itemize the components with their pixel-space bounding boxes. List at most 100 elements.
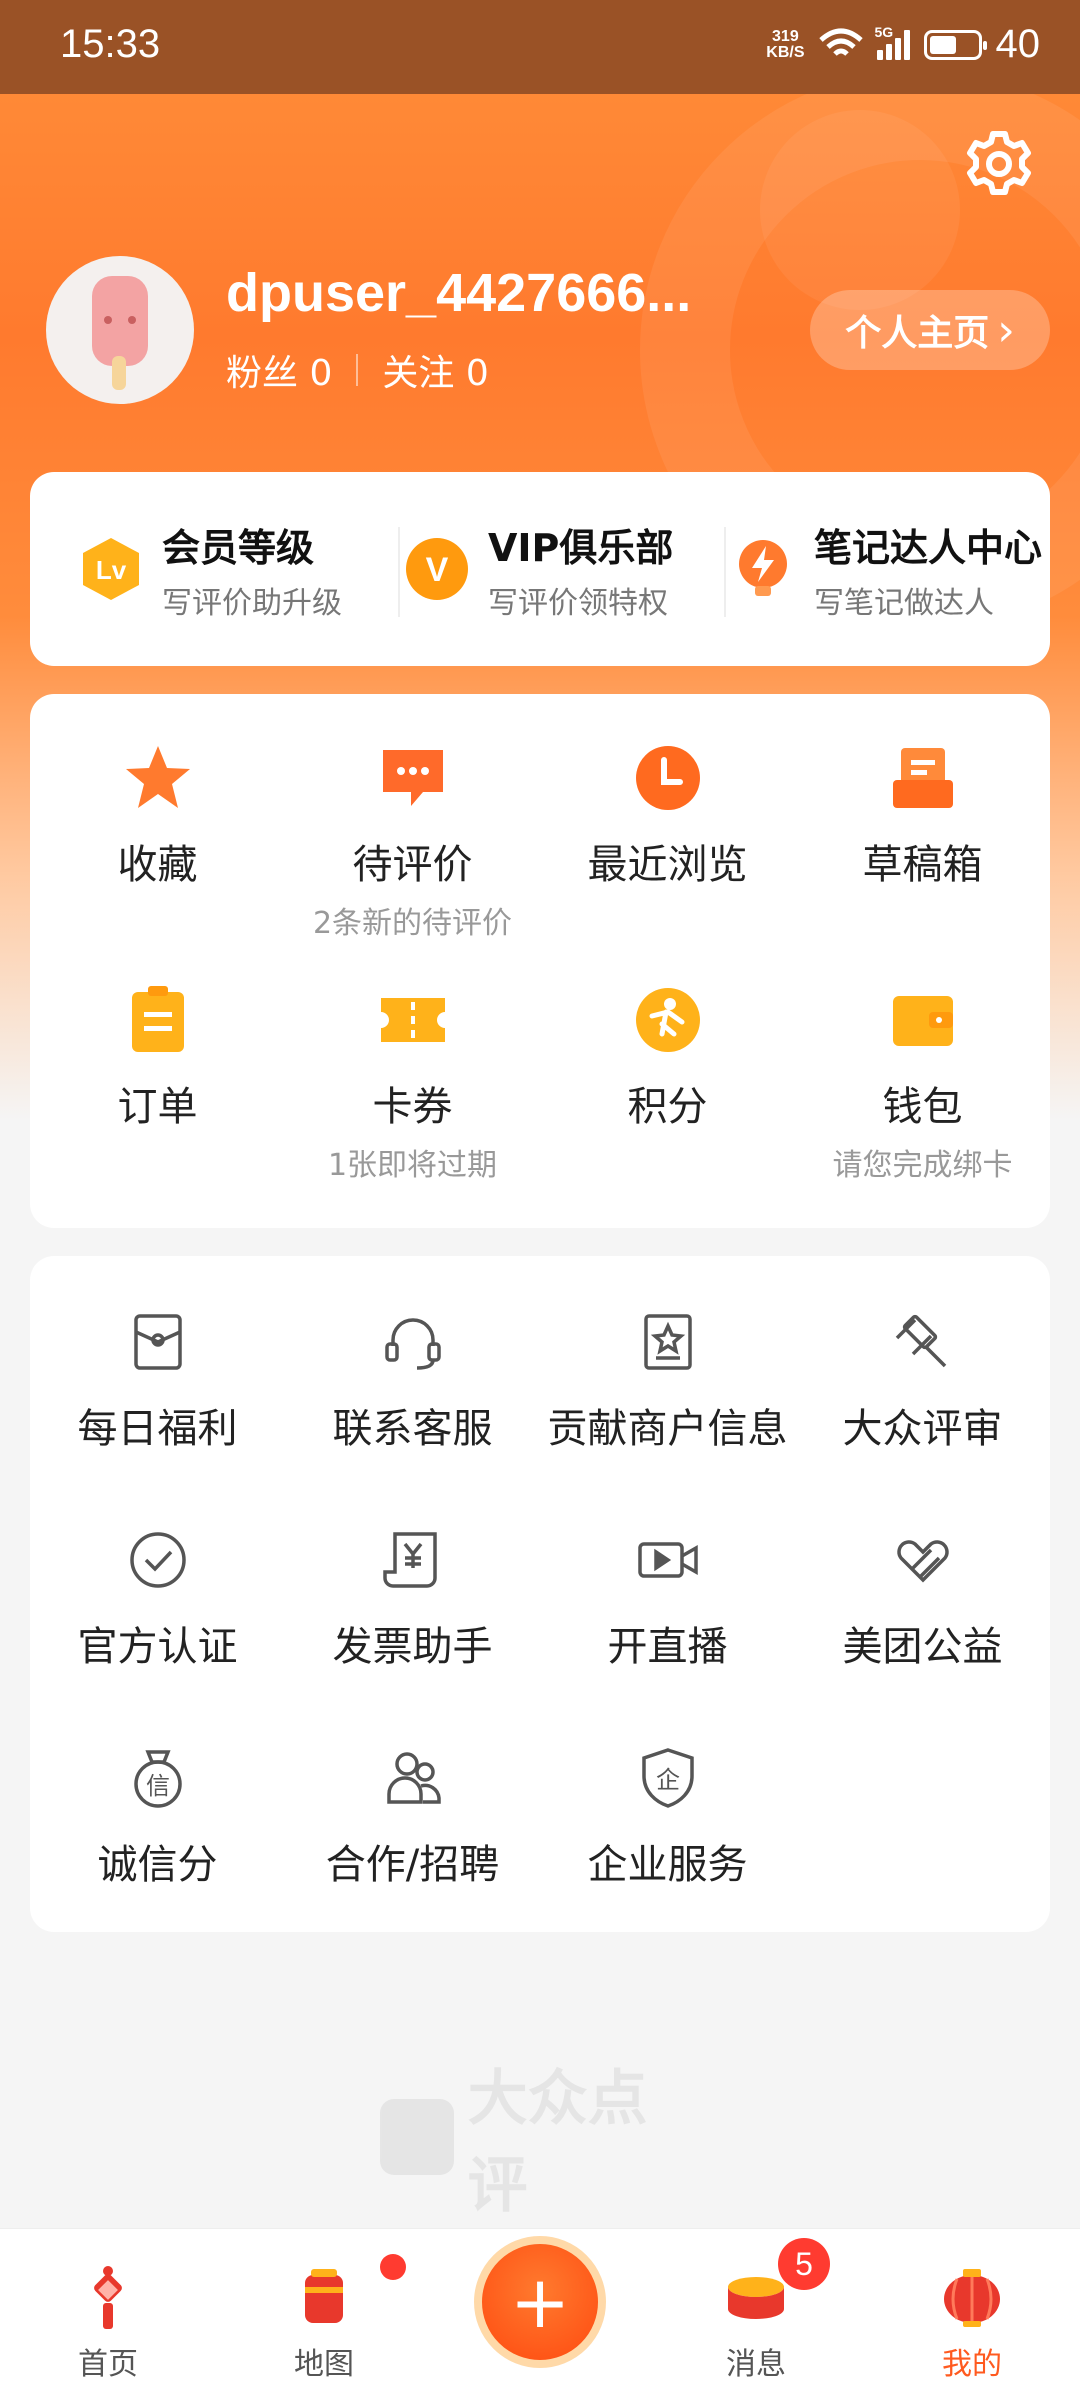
shield-icon: 企 bbox=[641, 1748, 694, 1808]
tab-home-label: 首页 bbox=[78, 2347, 138, 2382]
favorites-entry[interactable]: 收藏 bbox=[30, 742, 285, 942]
status-bar: 15:33 319 KB/S 5G 40 bbox=[0, 0, 1080, 94]
vip-club-title: VIP俱乐部 bbox=[488, 525, 674, 570]
member-level-entry[interactable]: Lv 会员等级 写评价助升级 bbox=[30, 517, 398, 622]
note-expert-entry[interactable]: 笔记达人中心 写笔记做达人 bbox=[724, 517, 1050, 622]
official-certification-entry[interactable]: 官方认证 bbox=[30, 1528, 285, 1672]
orders-entry[interactable]: 订单 bbox=[30, 984, 285, 1184]
brand-name: 大众点评 bbox=[467, 2064, 648, 2221]
map-notification-dot bbox=[380, 2254, 406, 2280]
quick-actions-card: 收藏 待评价 2条新的待评价 最近浏览 草稿箱 订单 卡券 1张即将过期 积分 … bbox=[30, 694, 1050, 1228]
invoice-assistant-entry[interactable]: 发票助手 bbox=[285, 1528, 540, 1672]
credit-score-entry[interactable]: 信 诚信分 bbox=[30, 1746, 285, 1890]
points-icon bbox=[635, 988, 700, 1052]
comment-icon bbox=[382, 750, 443, 806]
wallet-icon bbox=[892, 996, 953, 1046]
meituan-charity-entry[interactable]: 美团公益 bbox=[795, 1528, 1050, 1672]
net-speed: 319 KB/S bbox=[766, 28, 805, 61]
status-time: 15:33 bbox=[60, 22, 161, 66]
follow-stat[interactable]: 关注 0 bbox=[382, 344, 488, 396]
follow-label: 关注 bbox=[382, 353, 455, 394]
publish-plus-button[interactable]: + bbox=[474, 2236, 606, 2368]
popsicle-avatar-icon bbox=[92, 276, 148, 390]
fans-count: 0 bbox=[309, 353, 333, 394]
daily-benefits-entry[interactable]: 每日福利 bbox=[30, 1310, 285, 1454]
recent-browsing-label: 最近浏览 bbox=[587, 842, 748, 888]
meituan-charity-label: 美团公益 bbox=[842, 1624, 1003, 1670]
follow-count: 0 bbox=[465, 353, 489, 394]
public-review-label: 大众评审 bbox=[842, 1406, 1003, 1452]
header-decoration bbox=[760, 110, 960, 310]
customer-service-entry[interactable]: 联系客服 bbox=[285, 1310, 540, 1454]
wallet-label: 钱包 bbox=[882, 1084, 963, 1130]
settings-gear-icon[interactable] bbox=[963, 128, 1035, 200]
public-review-entry[interactable]: 大众评审 bbox=[795, 1310, 1050, 1454]
username: dpuser_4427666... bbox=[226, 263, 692, 323]
personal-homepage-button[interactable]: 个人主页 › bbox=[810, 290, 1050, 370]
clock-icon bbox=[635, 746, 700, 810]
coupons-entry[interactable]: 卡券 1张即将过期 bbox=[285, 984, 540, 1184]
lv-badge-icon: Lv bbox=[83, 538, 139, 600]
gavel-icon bbox=[895, 1314, 946, 1368]
tab-home[interactable]: 首页 bbox=[8, 2229, 208, 2400]
go-live-label: 开直播 bbox=[607, 1624, 728, 1670]
tab-map-label: 地图 bbox=[294, 2347, 354, 2382]
video-camera-icon bbox=[637, 1542, 698, 1578]
battery-level: 40 bbox=[995, 22, 1041, 66]
people-icon bbox=[386, 1752, 441, 1804]
enterprise-service-entry[interactable]: 企 企业服务 bbox=[540, 1746, 795, 1890]
red-lantern-can-icon bbox=[305, 2269, 343, 2323]
invoice-assistant-label: 发票助手 bbox=[332, 1624, 493, 1670]
go-live-entry[interactable]: 开直播 bbox=[540, 1528, 795, 1672]
enterprise-service-label: 企业服务 bbox=[587, 1842, 748, 1888]
svg-text:信: 信 bbox=[146, 1772, 170, 1800]
daily-benefits-label: 每日福利 bbox=[77, 1406, 238, 1452]
invoice-icon bbox=[382, 1532, 437, 1588]
orders-label: 订单 bbox=[117, 1084, 198, 1130]
tab-mine[interactable]: 我的 bbox=[872, 2229, 1072, 2400]
recent-browsing-entry[interactable]: 最近浏览 bbox=[540, 742, 795, 942]
contribute-merchant-entry[interactable]: 贡献商户信息 bbox=[540, 1310, 795, 1454]
credit-score-label: 诚信分 bbox=[97, 1842, 218, 1888]
follow-stats: 粉丝 0 关注 0 bbox=[226, 344, 489, 396]
fans-stat[interactable]: 粉丝 0 bbox=[226, 344, 332, 396]
pending-review-entry[interactable]: 待评价 2条新的待评价 bbox=[285, 742, 540, 942]
vip-club-entry[interactable]: V VIP俱乐部 写评价领特权 bbox=[398, 517, 724, 622]
cooperation-recruitment-label: 合作/招聘 bbox=[325, 1842, 500, 1888]
drafts-entry[interactable]: 草稿箱 bbox=[795, 742, 1050, 942]
ticket-icon bbox=[380, 998, 445, 1042]
note-expert-title: 笔记达人中心 bbox=[814, 525, 1043, 570]
fans-label: 粉丝 bbox=[226, 353, 299, 394]
red-envelope-icon bbox=[133, 1314, 182, 1370]
member-level-subtitle: 写评价助升级 bbox=[162, 585, 342, 621]
network-type: 5G bbox=[875, 24, 910, 60]
favorites-label: 收藏 bbox=[117, 842, 198, 888]
wifi-icon bbox=[818, 28, 863, 56]
chevron-right-icon: › bbox=[997, 304, 1015, 356]
wallet-entry[interactable]: 钱包 请您完成绑卡 bbox=[795, 984, 1050, 1184]
vip-badge-icon: V bbox=[406, 538, 468, 600]
headset-icon bbox=[384, 1318, 441, 1370]
coupons-label: 卡券 bbox=[372, 1084, 453, 1130]
points-label: 积分 bbox=[627, 1084, 708, 1130]
divider bbox=[356, 354, 359, 386]
points-entry[interactable]: 积分 bbox=[540, 984, 795, 1184]
member-level-title: 会员等级 bbox=[162, 525, 315, 570]
avatar[interactable] bbox=[46, 256, 194, 404]
order-clipboard-icon bbox=[131, 986, 184, 1052]
heart-hand-icon bbox=[896, 1540, 949, 1583]
membership-card: Lv 会员等级 写评价助升级 V VIP俱乐部 写评价领特权 笔记达人中心 写笔… bbox=[30, 472, 1050, 666]
battery-icon bbox=[923, 29, 987, 60]
vip-club-subtitle: 写评价领特权 bbox=[488, 585, 668, 621]
net-speed-unit: KB/S bbox=[766, 43, 805, 61]
note-expert-subtitle: 写笔记做达人 bbox=[814, 585, 994, 621]
chinese-knot-icon bbox=[94, 2266, 122, 2329]
tab-messages-label: 消息 bbox=[726, 2347, 786, 2382]
status-indicators: 319 KB/S 5G 40 bbox=[766, 22, 1040, 67]
svg-text:V: V bbox=[426, 551, 449, 589]
pending-review-hint: 2条新的待评价 bbox=[312, 906, 513, 941]
cooperation-recruitment-entry[interactable]: 合作/招聘 bbox=[285, 1746, 540, 1890]
coupons-hint: 1张即将过期 bbox=[327, 1148, 498, 1183]
star-icon bbox=[125, 746, 190, 808]
credit-bag-icon: 信 bbox=[133, 1750, 182, 1808]
